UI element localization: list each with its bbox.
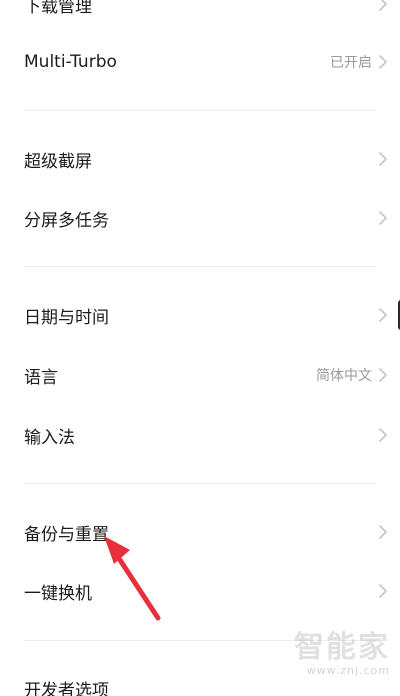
settings-screen: 下载管理 Multi-Turbo 已开启 超级截屏 分屏多任务 日期与时间 语言… [0, 0, 400, 696]
section-divider [24, 483, 376, 484]
watermark-logo: 智能家 www.znj.com [278, 632, 390, 682]
settings-item-label: 分屏多任务 [24, 210, 109, 231]
chevron-right-icon [378, 308, 388, 322]
settings-item-label: 下载管理 [24, 0, 92, 17]
section-divider [24, 110, 376, 111]
settings-item-date-time[interactable]: 日期与时间 [0, 285, 400, 345]
settings-item-download-manager[interactable]: 下载管理 [0, 0, 400, 34]
settings-item-backup-reset[interactable]: 备份与重置 [0, 502, 400, 562]
chevron-right-icon [378, 584, 388, 598]
settings-item-label: 一键换机 [24, 583, 92, 604]
settings-item-phone-clone[interactable]: 一键换机 [0, 561, 400, 621]
watermark-title: 智能家 [294, 630, 390, 665]
section-divider [24, 266, 376, 267]
settings-item-label: 日期与时间 [24, 307, 109, 328]
watermark-url: www.znj.com [306, 664, 390, 677]
settings-item-language[interactable]: 语言 简体中文 [0, 345, 400, 405]
chevron-right-icon [378, 152, 388, 166]
annotation-arrow-icon [104, 536, 161, 621]
chevron-right-icon [378, 211, 388, 225]
settings-item-super-screenshot[interactable]: 超级截屏 [0, 129, 400, 189]
settings-item-value: 简体中文 [316, 368, 372, 384]
chevron-right-icon [378, 525, 388, 539]
chevron-right-icon [378, 55, 388, 69]
settings-item-label: 输入法 [24, 427, 75, 448]
settings-item-value: 已开启 [330, 55, 372, 71]
settings-item-label: 语言 [24, 367, 58, 388]
settings-item-label: Multi-Turbo [24, 52, 117, 72]
settings-item-multi-turbo[interactable]: Multi-Turbo 已开启 [0, 32, 400, 92]
chevron-right-icon [378, 428, 388, 442]
settings-item-input-method[interactable]: 输入法 [0, 405, 400, 465]
settings-item-split-screen[interactable]: 分屏多任务 [0, 188, 400, 248]
settings-item-label: 超级截屏 [24, 151, 92, 172]
chevron-right-icon [378, 368, 388, 382]
chevron-right-icon [378, 0, 388, 11]
settings-item-label: 备份与重置 [24, 524, 109, 545]
